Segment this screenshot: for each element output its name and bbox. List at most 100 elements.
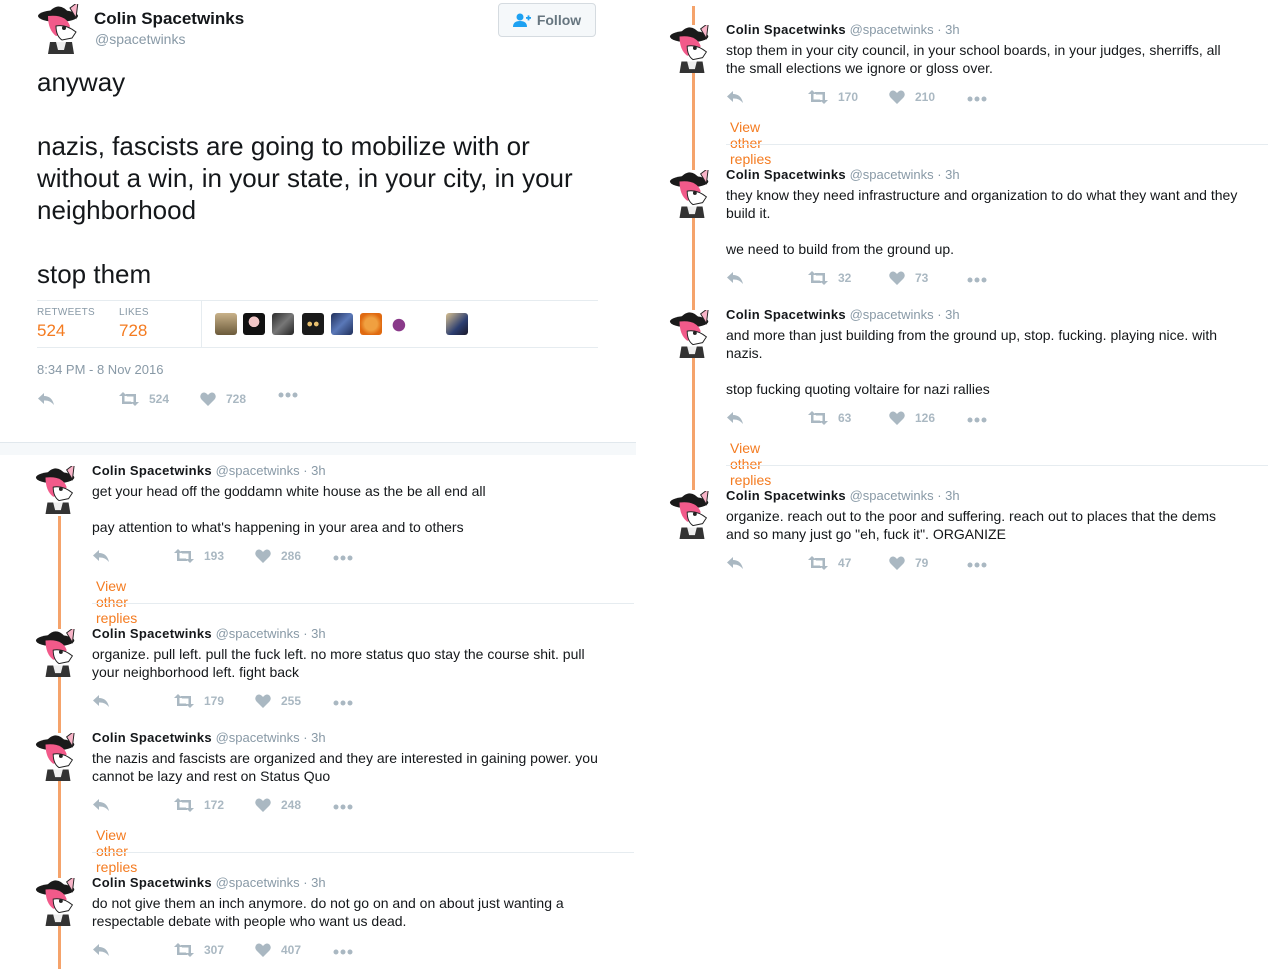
like-button[interactable]: 248 bbox=[255, 798, 301, 812]
handle[interactable]: @spacetwinks bbox=[216, 626, 300, 641]
tweet-time[interactable]: · 3h bbox=[937, 167, 959, 182]
reply-button[interactable] bbox=[726, 411, 744, 425]
retweet-button[interactable]: 170 bbox=[808, 90, 858, 104]
tweet-time[interactable]: · 3h bbox=[303, 463, 325, 478]
display-name[interactable]: Colin Spacetwinks bbox=[726, 307, 846, 322]
retweet-button[interactable]: 193 bbox=[174, 549, 224, 563]
retweet-count[interactable]: 524 bbox=[37, 321, 65, 341]
like-count: 286 bbox=[281, 549, 302, 563]
more-button[interactable] bbox=[333, 700, 353, 706]
tweet-paragraph: organize. reach out to the poor and suff… bbox=[726, 508, 1217, 542]
handle[interactable]: @spacetwinks bbox=[850, 307, 934, 322]
display-name[interactable]: Colin Spacetwinks bbox=[726, 22, 846, 37]
display-name[interactable]: Colin Spacetwinks bbox=[92, 730, 212, 745]
more-button[interactable] bbox=[333, 555, 353, 561]
avatar[interactable] bbox=[34, 733, 82, 781]
retweet-button[interactable]: 32 bbox=[808, 271, 851, 285]
more-button[interactable] bbox=[967, 562, 987, 568]
retweet-button[interactable]: 47 bbox=[808, 556, 851, 570]
liker-avatar[interactable] bbox=[272, 313, 294, 335]
retweet-button[interactable]: 307 bbox=[174, 943, 224, 957]
avatar[interactable] bbox=[34, 629, 82, 677]
tweet-time[interactable]: · 3h bbox=[937, 307, 959, 322]
avatar[interactable] bbox=[36, 4, 86, 54]
tweet-timestamp[interactable]: 8:34 PM - 8 Nov 2016 bbox=[37, 362, 163, 377]
avatar[interactable] bbox=[668, 25, 716, 73]
retweet-button[interactable]: 63 bbox=[808, 411, 851, 425]
display-name[interactable]: Colin Spacetwinks bbox=[92, 626, 212, 641]
retweet-button[interactable]: 172 bbox=[174, 798, 224, 812]
tweet-time[interactable]: · 3h bbox=[303, 875, 325, 890]
reply-button[interactable] bbox=[92, 943, 110, 957]
reply-button[interactable] bbox=[37, 392, 55, 406]
like-button[interactable]: 210 bbox=[889, 90, 935, 104]
liker-avatar[interactable] bbox=[389, 313, 411, 335]
follow-button[interactable]: Follow bbox=[498, 3, 596, 37]
more-button[interactable] bbox=[333, 949, 353, 955]
reply-button[interactable] bbox=[92, 798, 110, 812]
handle[interactable]: @spacetwinks bbox=[850, 22, 934, 37]
display-name[interactable]: Colin Spacetwinks bbox=[726, 167, 846, 182]
like-button[interactable]: 728 bbox=[200, 392, 246, 406]
like-button[interactable]: 286 bbox=[255, 549, 301, 563]
liker-avatar[interactable] bbox=[215, 313, 237, 335]
tweet-time[interactable]: · 3h bbox=[303, 730, 325, 745]
like-count: 73 bbox=[915, 271, 929, 285]
tweet-text: do not give them an inch anymore. do not… bbox=[92, 894, 604, 930]
avatar[interactable] bbox=[668, 310, 716, 358]
reply-button[interactable] bbox=[92, 694, 110, 708]
divider bbox=[37, 300, 598, 301]
avatar[interactable] bbox=[668, 170, 716, 218]
handle[interactable]: @spacetwinks bbox=[850, 488, 934, 503]
like-button[interactable]: 73 bbox=[889, 271, 928, 285]
liker-avatar[interactable] bbox=[360, 313, 382, 335]
liker-avatar[interactable] bbox=[243, 313, 265, 335]
avatar[interactable] bbox=[34, 466, 82, 514]
tweet-paragraph: and more than just building from the gro… bbox=[726, 327, 1218, 361]
reply-button[interactable] bbox=[726, 90, 744, 104]
view-other-replies-link[interactable]: View other replies bbox=[96, 578, 137, 626]
handle[interactable]: @spacetwinks bbox=[216, 730, 300, 745]
liker-avatar[interactable] bbox=[446, 313, 468, 335]
view-other-replies-link[interactable]: View other replies bbox=[730, 440, 771, 488]
like-button[interactable]: 407 bbox=[255, 943, 301, 957]
retweet-button[interactable]: 524 bbox=[119, 392, 169, 406]
tweet-time[interactable]: · 3h bbox=[937, 488, 959, 503]
like-count[interactable]: 728 bbox=[119, 321, 147, 341]
reply-icon bbox=[93, 550, 109, 562]
reply-button[interactable] bbox=[726, 556, 744, 570]
liker-avatar[interactable] bbox=[331, 313, 353, 335]
view-other-replies-link[interactable]: View other replies bbox=[730, 119, 771, 167]
more-button[interactable] bbox=[967, 96, 987, 102]
view-other-replies-link[interactable]: View other replies bbox=[96, 827, 137, 875]
liker-avatar[interactable] bbox=[302, 313, 324, 335]
more-button[interactable] bbox=[278, 392, 298, 398]
like-button[interactable]: 126 bbox=[889, 411, 935, 425]
retweet-button[interactable]: 179 bbox=[174, 694, 224, 708]
retweet-icon bbox=[174, 694, 194, 708]
more-button[interactable] bbox=[967, 277, 987, 283]
reply-button[interactable] bbox=[726, 271, 744, 285]
avatar[interactable] bbox=[34, 878, 82, 926]
display-name[interactable]: Colin Spacetwinks bbox=[726, 488, 846, 503]
reply-button[interactable] bbox=[92, 549, 110, 563]
handle[interactable]: @spacetwinks bbox=[216, 463, 300, 478]
like-button[interactable]: 79 bbox=[889, 556, 928, 570]
retweet-icon bbox=[174, 549, 194, 563]
more-button[interactable] bbox=[333, 804, 353, 810]
heart-icon bbox=[255, 549, 271, 563]
tweet-time[interactable]: · 3h bbox=[937, 22, 959, 37]
handle[interactable]: @spacetwinks bbox=[95, 31, 185, 47]
tweet-time[interactable]: · 3h bbox=[303, 626, 325, 641]
handle[interactable]: @spacetwinks bbox=[216, 875, 300, 890]
handle[interactable]: @spacetwinks bbox=[850, 167, 934, 182]
thread-line bbox=[692, 6, 695, 490]
like-button[interactable]: 255 bbox=[255, 694, 301, 708]
tweet-paragraph: stop them in your city council, in your … bbox=[726, 42, 1221, 76]
display-name[interactable]: Colin Spacetwinks bbox=[92, 875, 212, 890]
more-icon bbox=[333, 949, 353, 955]
display-name[interactable]: Colin Spacetwinks bbox=[92, 463, 212, 478]
avatar[interactable] bbox=[668, 491, 716, 539]
more-button[interactable] bbox=[967, 417, 987, 423]
display-name[interactable]: Colin Spacetwinks bbox=[94, 9, 244, 29]
